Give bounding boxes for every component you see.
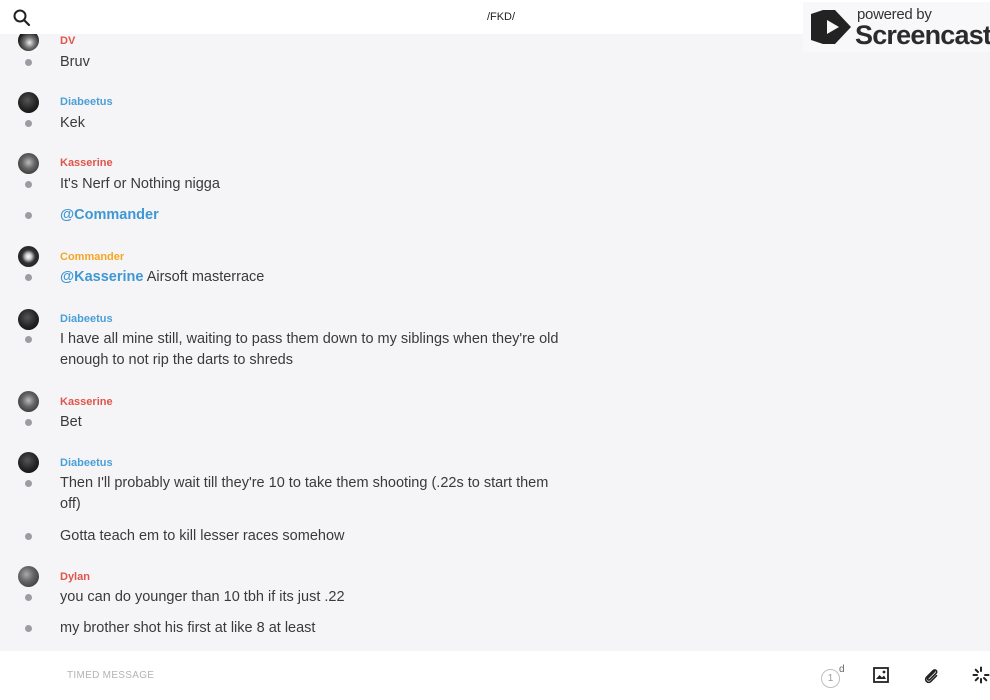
message-dot — [25, 120, 32, 127]
message-dot — [25, 419, 32, 426]
message-input[interactable]: TIMED MESSAGE — [67, 670, 154, 681]
username[interactable]: Kasserine — [60, 157, 113, 169]
message-text: I have all mine still, waiting to pass t… — [60, 331, 559, 368]
message-body: Airsoft masterrace — [146, 269, 265, 285]
message-text: @Kasserine Airsoft masterrace — [60, 267, 560, 288]
avatar[interactable] — [18, 92, 39, 113]
message-text: Gotta teach em to kill lesser races some… — [60, 528, 345, 544]
message-dot — [25, 336, 32, 343]
timer-unit: d — [839, 664, 845, 675]
username[interactable]: Dylan — [60, 571, 90, 583]
avatar[interactable] — [18, 309, 39, 330]
username[interactable]: DV — [60, 35, 75, 47]
timer-button[interactable]: 1 d — [821, 664, 845, 688]
username[interactable]: Diabeetus — [60, 313, 113, 325]
message-text: Bruv — [60, 54, 90, 70]
message-text: Kek — [60, 115, 85, 131]
screencastify-watermark: powered by Screencastify — [803, 2, 990, 52]
username[interactable]: Diabeetus — [60, 457, 113, 469]
message-dot — [25, 533, 32, 540]
message-text: you can do younger than 10 tbh if its ju… — [60, 589, 345, 605]
mention-link[interactable]: @Commander — [60, 205, 560, 226]
avatar[interactable] — [18, 391, 39, 412]
message-text: Then I'll probably wait till they're 10 … — [60, 475, 549, 512]
avatar[interactable] — [18, 566, 39, 587]
mention-link[interactable]: @Kasserine — [60, 269, 143, 285]
message-dot — [25, 59, 32, 66]
message-list: DV Bruv Diabeetus Kek Kasserine It's Ner… — [0, 0, 990, 650]
composer-bar: TIMED MESSAGE 1 d — [0, 651, 990, 700]
username[interactable]: Kasserine — [60, 396, 113, 408]
screencastify-logo-icon — [809, 8, 853, 51]
message-dot — [25, 480, 32, 487]
avatar[interactable] — [18, 153, 39, 174]
message-dot — [25, 181, 32, 188]
paperclip-icon[interactable] — [922, 666, 940, 684]
message-dot — [25, 625, 32, 632]
message-dot — [25, 212, 32, 219]
message-text: my brother shot his first at like 8 at l… — [60, 620, 316, 636]
timer-value: 1 — [821, 669, 840, 688]
message-dot — [25, 274, 32, 281]
username[interactable]: Diabeetus — [60, 96, 113, 108]
message-text: Bet — [60, 414, 82, 430]
username[interactable]: Commander — [60, 251, 124, 263]
avatar[interactable] — [18, 246, 39, 267]
avatar[interactable] — [18, 452, 39, 473]
message-dot — [25, 594, 32, 601]
watermark-brand: Screencastify — [855, 20, 990, 50]
spinner-icon[interactable] — [972, 666, 990, 684]
image-icon[interactable] — [873, 667, 889, 683]
message-text: It's Nerf or Nothing nigga — [60, 176, 220, 192]
